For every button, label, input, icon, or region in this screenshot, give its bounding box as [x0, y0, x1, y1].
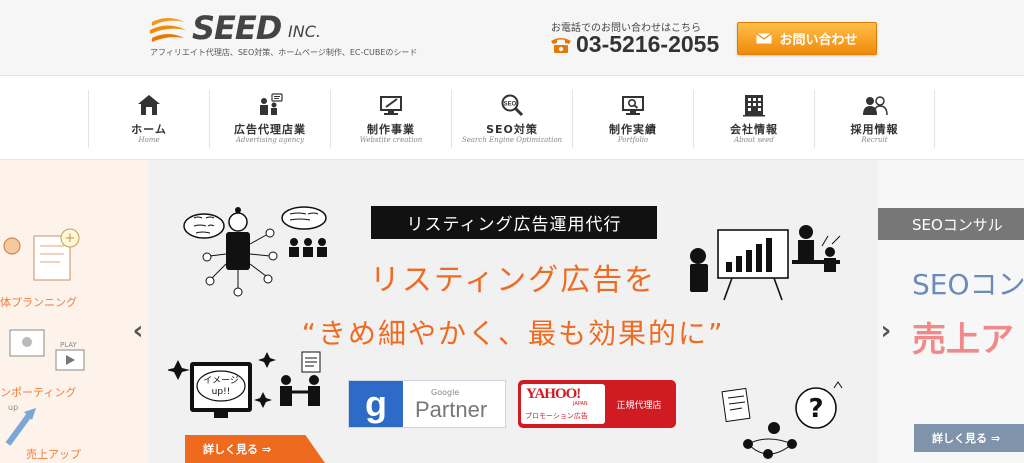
- logo-text: SEED: [192, 9, 282, 47]
- monitor-image-up-icon: イメージ up!!: [168, 351, 321, 418]
- nav-label: 制作実績: [609, 123, 657, 136]
- logo-suffix: INC.: [288, 22, 321, 41]
- nav-label: 採用情報: [850, 123, 899, 136]
- monitor-search-icon: [622, 96, 644, 115]
- site-header: SEED INC. アフィリエイト代理店、SEO対策、ホームページ制作、EC-C…: [0, 0, 1024, 76]
- nav-sublabel: About seed: [734, 136, 774, 144]
- nav-item-seo[interactable]: SEO SEO対策 Search Engine Optimization: [451, 90, 572, 148]
- mail-icon: [756, 33, 773, 44]
- slide-title: リスティング広告を: [369, 263, 657, 298]
- reporting-doodle-icon: PLAY: [9, 329, 85, 371]
- nav-sublabel: Home: [138, 136, 160, 144]
- nav-item-recruit[interactable]: 採用情報 Recruit: [814, 90, 935, 148]
- nav-item-home[interactable]: ホーム Home: [88, 90, 209, 148]
- yahoo-promo-label: プロモーション広告: [525, 412, 588, 420]
- nav-item-creation[interactable]: 制作事業 Webstite creation: [330, 90, 451, 148]
- slider-next-arrow[interactable]: ›: [876, 316, 896, 346]
- slide-next-badge: SEOコンサル: [878, 208, 1024, 240]
- nav-label: 制作事業: [367, 123, 415, 136]
- google-partner-badge: g Google Partner: [348, 380, 506, 428]
- svg-text:イメージ: イメージ: [203, 376, 239, 386]
- people-chat-icon: [260, 93, 283, 115]
- partner-label: Partner: [415, 397, 488, 422]
- building-icon: [743, 95, 765, 117]
- slide-next[interactable]: SEOコンサル SEOコン 売上ア 詳しく見る ⇒: [878, 160, 1024, 463]
- nav-item-advertising[interactable]: 広告代理店業 Advertising agency: [209, 90, 330, 148]
- house-icon: [138, 95, 160, 115]
- planning-doodle-icon: +: [3, 228, 80, 281]
- detail-button[interactable]: 詳しく見る ⇒: [185, 435, 325, 463]
- google-label: Google: [431, 388, 460, 397]
- nav-sublabel: Recruit: [861, 136, 888, 144]
- nav-sublabel: Webstite creation: [359, 136, 423, 144]
- svg-text:+: +: [65, 231, 76, 246]
- yahoo-agency-label: 正規代理店: [616, 400, 662, 411]
- nav-item-about[interactable]: 会社情報 About seed: [693, 90, 814, 148]
- contact-button[interactable]: お問い合わせ: [737, 22, 877, 55]
- monitor-pen-icon: [380, 96, 402, 115]
- slide-next-title: SEOコン: [912, 268, 1024, 301]
- nav-label: 広告代理店業: [234, 123, 306, 136]
- slide-next-subtitle: 売上ア: [912, 320, 1014, 360]
- slide-prev-label: ンポーティング: [0, 386, 77, 399]
- svg-text:up!!: up!!: [212, 387, 231, 397]
- question-doodle-icon: ?: [721, 381, 843, 459]
- slide-next-detail-button[interactable]: 詳しく見る ⇒: [914, 424, 1024, 452]
- yahoo-agency-badge: YAHOO! JAPAN プロモーション広告 正規代理店: [518, 380, 676, 428]
- nav-label: SEO対策: [486, 123, 538, 136]
- growth-arrow-icon: up: [5, 403, 36, 446]
- slider-prev-arrow[interactable]: ‹: [128, 316, 148, 346]
- telephone-icon: [551, 38, 571, 53]
- contact-button-label: お問い合わせ: [779, 33, 858, 48]
- slide-subtitle: “きめ細やかく、最も効果的に”: [301, 317, 725, 350]
- svg-text:SEO: SEO: [504, 102, 517, 108]
- svg-text:?: ?: [808, 394, 823, 424]
- users-icon: [862, 96, 888, 116]
- slide-prev-label: 売上アップ: [26, 448, 81, 461]
- google-g-icon: g: [349, 381, 403, 427]
- logo-mark-icon: [150, 18, 186, 42]
- slide-current[interactable]: イメージ up!! ? リスティング広告運用代行 リスティング広告を “きめ細や…: [148, 160, 878, 463]
- nav-label: 会社情報: [730, 123, 778, 136]
- site-logo[interactable]: SEED INC. アフィリエイト代理店、SEO対策、ホームページ制作、EC-C…: [148, 10, 448, 66]
- nav-sublabel: Advertising agency: [235, 136, 305, 144]
- slide-prev[interactable]: + 体プランニング PLAY ンポーティング up 売上アップ: [0, 160, 148, 463]
- slide-prev-label: 体プランニング: [0, 296, 77, 309]
- up-label: up: [8, 403, 18, 412]
- site-tagline: アフィリエイト代理店、SEO対策、ホームページ制作、EC-CUBEのシード: [150, 48, 418, 57]
- yahoo-japan-label: JAPAN: [573, 401, 588, 407]
- nav-item-portfolio[interactable]: 制作実績 Portfolio: [572, 90, 693, 148]
- hero-slider: + 体プランニング PLAY ンポーティング up 売上アップ イメージ up!…: [0, 160, 1024, 463]
- tel-number[interactable]: 03-5216-2055: [576, 31, 719, 58]
- play-label: PLAY: [60, 341, 78, 349]
- nav-sublabel: Portfolio: [617, 136, 649, 144]
- nav-sublabel: Search Engine Optimization: [461, 136, 563, 144]
- global-nav: ホーム Home 広告代理店業 Advertising agency 制作事業 …: [88, 90, 935, 148]
- service-badge: リスティング広告運用代行: [371, 206, 657, 239]
- magnifier-seo-icon: SEO: [501, 94, 524, 117]
- nav-label: ホーム: [131, 123, 167, 136]
